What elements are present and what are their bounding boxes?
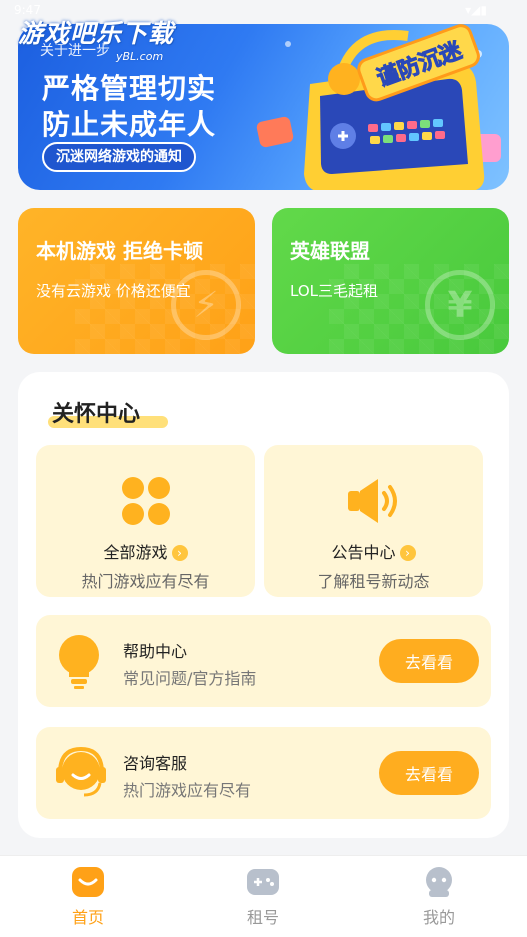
promo-card-local-games[interactable]: 本机游戏 拒绝卡顿 没有云游戏 价格还便宜 ⚡ [18, 208, 255, 354]
row-subtitle: 常见问题/官方指南 [123, 669, 257, 688]
status-icons: ▾◢▮ [465, 3, 487, 17]
chevron-right-icon: › [399, 545, 416, 561]
lightning-icon: ⚡ [171, 270, 241, 340]
go-see-button[interactable]: 去看看 [379, 751, 479, 795]
home-icon [72, 867, 104, 897]
care-center-panel: 关怀中心 全部游戏 › 热门游戏应有尽有 公告中心 › 了解租号新动态 帮助中心 常… [18, 372, 509, 838]
headset-icon [56, 746, 106, 797]
speaker-icon [347, 479, 397, 523]
tile-label: 公告中心 › [264, 539, 483, 563]
profile-icon [426, 867, 452, 897]
tab-label: 租号 [246, 908, 279, 927]
promo-card-lol[interactable]: 英雄联盟 LOL三毛起租 ¥ [272, 208, 509, 354]
tile-all-games[interactable]: 全部游戏 › 热门游戏应有尽有 [36, 445, 255, 597]
bottom-tab-bar: 首页 租号 我的 [0, 855, 527, 937]
promo-title: 本机游戏 拒绝卡顿 [36, 239, 203, 263]
banner-notice-pill: 沉迷网络游戏的通知 [42, 142, 196, 172]
tile-label-text: 全部游戏 [103, 543, 168, 562]
banner-headline-2: 防止未成年人 [42, 108, 217, 141]
tile-description: 了解租号新动态 [317, 572, 430, 591]
watermark-sub: yBL.com [116, 50, 164, 63]
promo-title: 英雄联盟 [290, 239, 370, 263]
tab-mine[interactable]: 我的 [389, 866, 489, 928]
tab-home[interactable]: 首页 [38, 866, 138, 928]
watermark-title: 游戏吧乐下载 [18, 19, 175, 48]
tab-label: 我的 [422, 908, 455, 927]
tile-description: 热门游戏应有尽有 [81, 572, 210, 591]
row-title: 帮助中心 [123, 642, 188, 661]
go-see-button[interactable]: 去看看 [379, 639, 479, 683]
care-center-title: 关怀中心 [52, 402, 141, 427]
game-console-illustration: 谨防沉迷 [256, 24, 501, 190]
tab-label: 首页 [71, 908, 104, 927]
chevron-right-icon: › [171, 545, 188, 561]
yen-icon: ¥ [425, 270, 495, 340]
lightbulb-icon [59, 635, 99, 689]
tile-announcements[interactable]: 公告中心 › 了解租号新动态 [264, 445, 483, 597]
promo-subtitle: 没有云游戏 价格还便宜 [36, 282, 191, 300]
banner-headline-1: 严格管理切实 [42, 72, 217, 105]
row-help-center: 帮助中心 常见问题/官方指南 去看看 [36, 615, 491, 707]
row-customer-service: 咨询客服 热门游戏应有尽有 去看看 [36, 727, 491, 819]
grid-icon [121, 477, 170, 525]
tab-rent[interactable]: 租号 [213, 866, 313, 928]
promo-subtitle: LOL三毛起租 [290, 282, 378, 300]
tile-label-text: 公告中心 [331, 543, 396, 562]
row-title: 咨询客服 [123, 754, 188, 773]
watermark-logo: 游戏吧乐下载 yBL.com [18, 14, 193, 64]
row-subtitle: 热门游戏应有尽有 [123, 781, 252, 800]
tile-label: 全部游戏 › [36, 539, 255, 563]
gamepad-icon [247, 869, 279, 895]
